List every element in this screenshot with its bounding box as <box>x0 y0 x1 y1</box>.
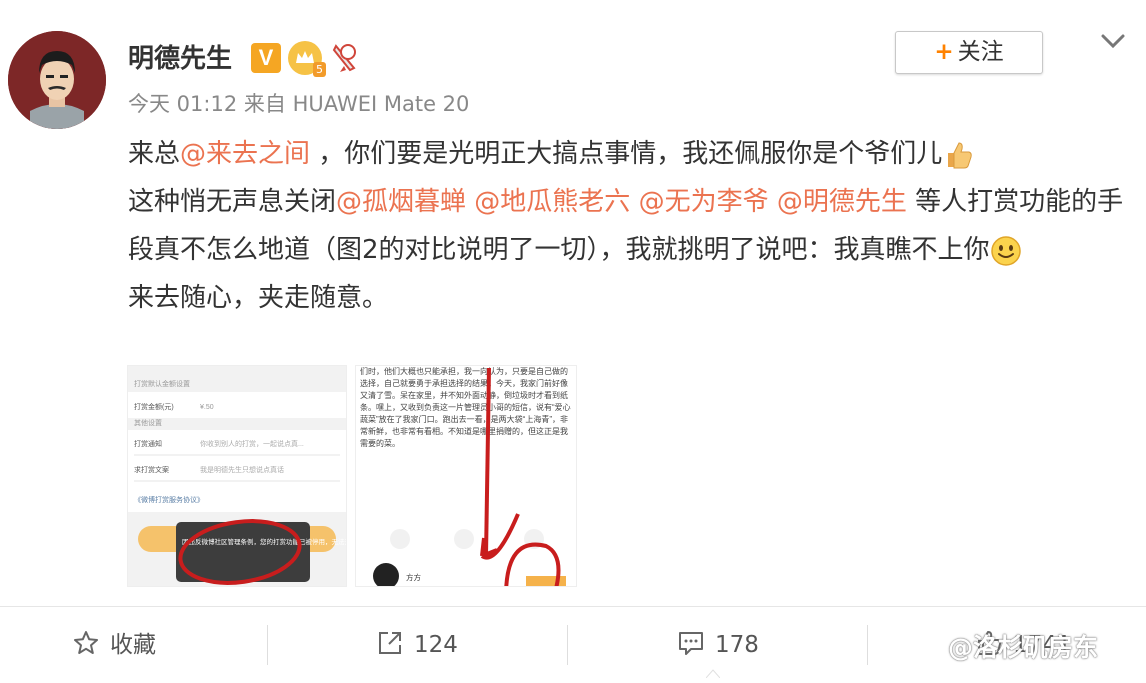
text-segment: 来总 <box>128 139 181 169</box>
article-text: 们时，他们大概也只能承担，我一向认为，只要是自己做的选择，自己就要勇于承担选择的… <box>360 367 571 448</box>
comment-icon <box>679 631 703 655</box>
divider <box>267 625 268 665</box>
avatar-portrait <box>8 31 106 129</box>
chevron-down-icon[interactable] <box>1098 28 1128 54</box>
row-text-value: 我是明德先生只想说点真话 <box>200 465 284 474</box>
ban-toast: 因违反微博社区管理条例，您的打赏功能已被停用，无法开启 <box>182 537 346 546</box>
favorite-button[interactable]: 收藏 <box>72 607 156 679</box>
plus-icon: + <box>934 39 954 65</box>
divider <box>867 625 868 665</box>
weibo-logo-icon <box>908 636 946 664</box>
post-image-2[interactable]: 们时，他们大概也只能承担，我一向认为，只要是自己做的选择，自己就要勇于承担选择的… <box>355 365 577 587</box>
member-level-badge: 5 <box>313 62 326 77</box>
mention-link[interactable]: @明德先生 <box>777 187 907 217</box>
mention-link[interactable]: @地瓜熊老六 <box>474 187 630 217</box>
screenshot-article: 们时，他们大概也只能承担，我一向认为，只要是自己做的选择，自己就要勇于承担选择的… <box>356 366 576 586</box>
screenshot-settings: 打赏默认金额设置 打赏金额(元) ¥.50 其他设置 打赏通知 你收到别人的打赏… <box>128 366 346 586</box>
row-amount-label: 打赏金额(元) <box>134 402 174 411</box>
avatar[interactable] <box>8 31 106 129</box>
post-body: 来总@来去之间 ，你们要是光明正大搞点事情，我还佩服你是个爷们儿 这种悄无声息关… <box>128 130 1128 322</box>
row-notify-value: 你收到别人的打赏，一起说点真... <box>200 439 304 448</box>
post-line-3: 来去随心，夹走随意。 <box>128 283 389 313</box>
caret-up-icon <box>706 669 720 678</box>
row-other: 其他设置 <box>134 418 162 427</box>
star-icon <box>74 630 98 654</box>
comment-count: 178 <box>715 632 759 658</box>
post-time[interactable]: 今天 01:12 <box>128 92 237 116</box>
watermark-text: @洛杉矶房东 <box>948 633 1099 662</box>
post-line-2: 这种悄无声息关闭@孤烟暮蝉 @地瓜熊老六 @无为李爷 @明德先生 等人打赏功能的… <box>128 178 1128 274</box>
mention-link[interactable]: @来去之间 <box>180 139 310 169</box>
follow-button[interactable]: + 关注 <box>895 31 1043 74</box>
row-text-label: 求打赏文案 <box>134 465 169 474</box>
medal-icon[interactable] <box>330 42 360 74</box>
repost-button[interactable]: 124 <box>376 607 458 679</box>
text-segment: ，你们要是光明正大搞点事情，我还佩服你是个爷们儿 <box>310 139 943 169</box>
verified-badge: V <box>251 43 281 73</box>
post-image-1[interactable]: 打赏默认金额设置 打赏金额(元) ¥.50 其他设置 打赏通知 你收到别人的打赏… <box>127 365 347 587</box>
thumbs-up-emoji <box>948 141 973 168</box>
mention-link[interactable]: @无为李爷 <box>639 187 769 217</box>
commenter-name: 方方 <box>406 572 421 582</box>
repost-icon <box>379 631 401 654</box>
smile-emoji <box>990 235 1021 266</box>
row-amount-value: ¥.50 <box>200 404 214 411</box>
post-line-1: 来总@来去之间 ，你们要是光明正大搞点事情，我还佩服你是个爷们儿 <box>128 130 1128 178</box>
row-notify-label: 打赏通知 <box>134 439 162 448</box>
source-prefix: 来自 <box>243 92 286 116</box>
device-source[interactable]: HUAWEI Mate 20 <box>293 92 470 116</box>
mention-link[interactable]: @孤烟暮蝉 <box>336 187 466 217</box>
member-crown-icon[interactable]: 5 <box>288 41 326 77</box>
follow-label: 关注 <box>957 39 1004 65</box>
agreement-link: 《微博打赏服务协议》 <box>134 495 204 504</box>
row-settings: 打赏默认金额设置 <box>134 379 190 388</box>
repost-count: 124 <box>414 632 458 658</box>
watermark: @洛杉矶房东 <box>908 628 1098 664</box>
text-segment: 这种悄无声息关闭 <box>128 187 337 217</box>
post-meta: 今天 01:12 来自 HUAWEI Mate 20 <box>128 88 469 118</box>
favorite-label: 收藏 <box>110 632 156 658</box>
username[interactable]: 明德先生 <box>128 38 232 75</box>
divider <box>567 625 568 665</box>
